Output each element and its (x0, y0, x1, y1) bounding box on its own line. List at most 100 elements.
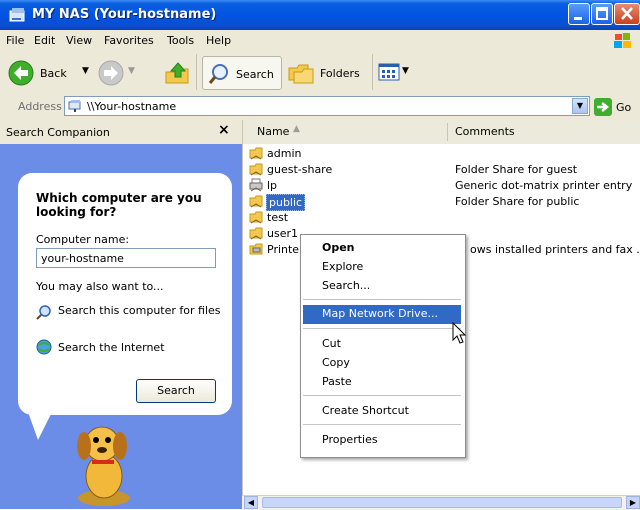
menu-item-explore[interactable]: Explore (303, 258, 461, 277)
address-bar: Address \\Your-hostname ▼ Go (0, 94, 640, 121)
close-button[interactable] (614, 3, 640, 25)
minimize-icon (574, 17, 582, 20)
menu-item-open[interactable]: Open (303, 239, 461, 258)
column-name[interactable]: Name (257, 125, 289, 138)
folders-icon (288, 64, 314, 84)
close-pane-icon[interactable]: × (218, 122, 230, 138)
file-name: guest-share (267, 163, 333, 176)
views-button[interactable]: ▼ (378, 60, 418, 86)
file-name: user1 (267, 227, 298, 240)
file-comment: Folder Share for guest (455, 163, 578, 176)
search-bubble: Which computer are you looking for? Comp… (18, 173, 232, 415)
menu-item-cut[interactable]: Cut (303, 335, 461, 354)
search-label: Search (236, 68, 274, 81)
bubble-tail (28, 412, 52, 440)
maximize-button[interactable] (591, 3, 613, 25)
folders-label: Folders (320, 67, 360, 80)
list-item[interactable]: guest-share Folder Share for guest (243, 162, 640, 178)
menu-tools[interactable]: Tools (167, 34, 194, 47)
address-input[interactable]: \\Your-hostname ▼ (64, 96, 590, 116)
views-dropdown-icon: ▼ (402, 66, 409, 76)
window-title: MY NAS (Your-hostname) (32, 7, 217, 22)
search-companion-title: Search Companion (6, 126, 110, 139)
nas-drive-icon (9, 8, 25, 22)
folders-button[interactable]: Folders (286, 56, 366, 90)
printer-icon (249, 178, 263, 192)
search-dog-icon (77, 426, 130, 506)
list-item[interactable]: public Folder Share for public (243, 194, 640, 211)
address-value: \\Your-hostname (87, 100, 177, 113)
go-button[interactable]: Go (594, 97, 638, 117)
forward-arrow-icon (98, 60, 124, 86)
toolbar-separator (196, 54, 197, 90)
menu-edit[interactable]: Edit (34, 34, 55, 47)
menu-favorites[interactable]: Favorites (104, 34, 154, 47)
column-header: Name ▲ Comments (242, 120, 640, 145)
minimize-button[interactable] (568, 3, 590, 25)
menu-help[interactable]: Help (206, 34, 231, 47)
search-question: Which computer are you looking for? (36, 191, 202, 219)
menu-file[interactable]: File (6, 34, 24, 47)
menu-item-properties[interactable]: Properties (303, 431, 461, 450)
scroll-left-button[interactable]: ◀ (244, 496, 258, 509)
file-name: lp (267, 179, 278, 192)
standard-toolbar: Back ▼ ▼ Search Folders ▼ (0, 52, 640, 95)
computer-name-value: your-hostname (41, 252, 124, 265)
address-label: Address (18, 100, 62, 113)
file-comment: Folder Share for public (455, 195, 580, 208)
horizontal-scrollbar[interactable]: ◀ ▶ (242, 495, 640, 510)
computer-name-label: Computer name: (36, 233, 130, 246)
menu-item-search[interactable]: Search... (303, 277, 461, 296)
back-button[interactable]: Back ▼ (6, 58, 92, 88)
maximize-icon (596, 7, 608, 20)
menu-separator (303, 395, 461, 396)
printers-folder-icon (249, 243, 263, 255)
back-label: Back (40, 67, 67, 80)
sort-ascending-icon: ▲ (293, 124, 300, 134)
menu-bar: File Edit View Favorites Tools Help (0, 30, 640, 53)
scroll-thumb[interactable] (262, 497, 622, 508)
search-companion-header: Search Companion × (0, 120, 242, 145)
file-name: Printe (267, 243, 300, 256)
title-bar[interactable]: MY NAS (Your-hostname) (0, 0, 640, 30)
forward-button[interactable]: ▼ (96, 58, 144, 88)
file-comment: Generic dot-matrix printer entry (455, 179, 633, 192)
search-computer-icon (36, 305, 51, 320)
menu-item-copy[interactable]: Copy (303, 354, 461, 373)
forward-dropdown-icon[interactable]: ▼ (128, 66, 135, 76)
network-drive-icon (68, 100, 81, 112)
menu-item-paste[interactable]: Paste (303, 373, 461, 392)
search-button[interactable]: Search (202, 56, 282, 90)
menu-separator (303, 328, 461, 329)
scroll-right-button[interactable]: ▶ (626, 496, 640, 509)
file-comment: ows installed printers and fax ... (470, 243, 640, 256)
list-item[interactable]: lp Generic dot-matrix printer entry (243, 178, 640, 194)
mouse-cursor-icon (452, 322, 467, 344)
back-dropdown-icon[interactable]: ▼ (82, 66, 89, 76)
address-dropdown-button[interactable]: ▼ (572, 98, 588, 114)
file-name: test (267, 211, 289, 224)
go-arrow-icon (594, 98, 612, 116)
search-submit-button[interactable]: Search (136, 379, 216, 403)
shared-folder-icon (249, 195, 263, 208)
search-internet-link[interactable]: Search the Internet (58, 341, 165, 354)
windows-logo-icon (614, 33, 631, 48)
up-folder-icon[interactable] (164, 60, 190, 86)
column-divider[interactable] (447, 123, 448, 141)
views-icon (378, 63, 400, 81)
shared-folder-icon (249, 227, 263, 240)
file-name: admin (267, 147, 302, 160)
column-comments[interactable]: Comments (455, 125, 515, 138)
computer-name-input[interactable]: your-hostname (36, 248, 216, 268)
search-computer-link[interactable]: Search this computer for files (58, 304, 224, 317)
search-icon (208, 64, 228, 84)
back-arrow-icon (8, 60, 34, 86)
menu-view[interactable]: View (66, 34, 92, 47)
close-icon (621, 7, 633, 20)
go-label: Go (616, 101, 632, 114)
shared-folder-icon (249, 147, 263, 160)
search-internet-icon (36, 339, 52, 355)
menu-item-create-shortcut[interactable]: Create Shortcut (303, 402, 461, 421)
shared-folder-icon (249, 211, 263, 224)
menu-item-map-network-drive[interactable]: Map Network Drive... (303, 305, 461, 324)
